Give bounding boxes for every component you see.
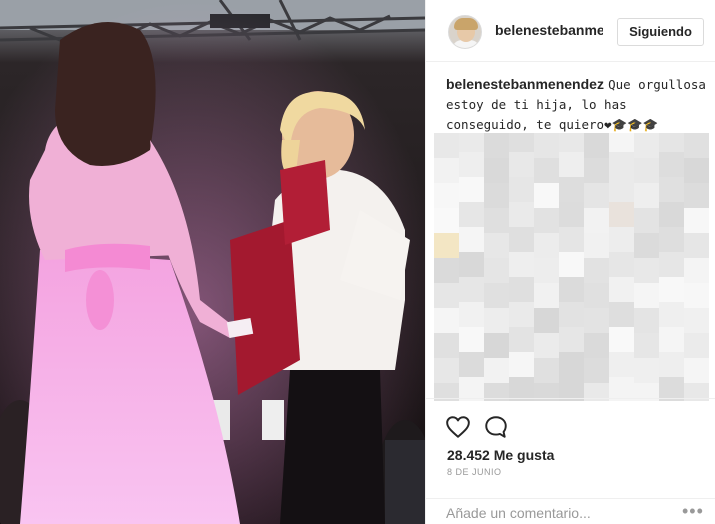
post-date: 8 DE JUNIO xyxy=(447,467,502,477)
post-caption: belenestebanmenendez Que orgullosa estoy… xyxy=(446,75,708,135)
add-comment-bar: ••• xyxy=(426,498,715,524)
post-header: belenestebanmenendez Siguiendo xyxy=(426,0,715,62)
likes-count[interactable]: 28.452 Me gusta xyxy=(447,447,554,463)
post-sidebar: belenestebanmenendez Siguiendo beleneste… xyxy=(425,0,715,524)
more-options-icon[interactable]: ••• xyxy=(682,501,704,522)
comment-input[interactable] xyxy=(446,504,666,522)
post-photo[interactable] xyxy=(0,0,425,524)
caption-author-link[interactable]: belenestebanmenendez xyxy=(446,76,604,92)
following-button[interactable]: Siguiendo xyxy=(617,18,704,46)
username-link[interactable]: belenestebanmenendez xyxy=(495,22,603,38)
avatar[interactable] xyxy=(448,15,482,49)
post-actions: 28.452 Me gusta 8 DE JUNIO ••• xyxy=(426,398,715,524)
comment-bubble-icon[interactable] xyxy=(483,414,509,440)
graduation-photo xyxy=(0,0,425,524)
pixelated-comments xyxy=(434,133,709,401)
heart-icon[interactable] xyxy=(445,414,471,440)
